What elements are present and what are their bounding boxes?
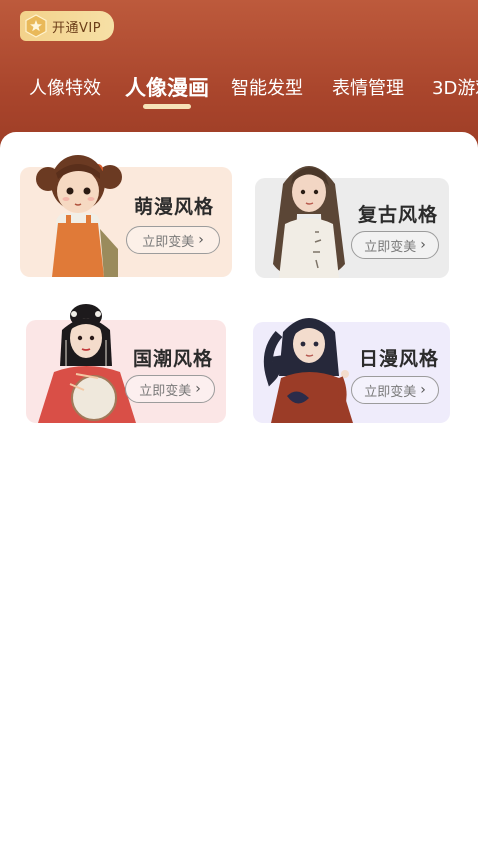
chevron-right-icon: ›: [198, 232, 204, 248]
try-now-button[interactable]: 立即变美 ›: [126, 226, 220, 254]
vip-button[interactable]: 开通VIP: [20, 11, 114, 41]
chevron-right-icon: ›: [195, 381, 201, 397]
category-tabs: 人像特效 人像漫画 智能发型 表情管理 3D游戏: [0, 70, 478, 110]
cta-label: 立即变美: [139, 383, 192, 399]
style-card-guochao[interactable]: 国潮风格 立即变美 ›: [26, 304, 226, 423]
tab-smart-hairstyle[interactable]: 智能发型: [231, 74, 303, 100]
cta-label: 立即变美: [364, 239, 417, 255]
tab-3d-game[interactable]: 3D游戏: [432, 74, 478, 100]
retro-girl-illustration: [263, 154, 355, 278]
cta-label: 立即变美: [364, 384, 417, 400]
cute-girl-illustration: [30, 149, 130, 277]
chevron-right-icon: ›: [420, 237, 426, 253]
japanese-girl-illustration: [257, 306, 361, 423]
tab-expression[interactable]: 表情管理: [332, 74, 404, 100]
card-title: 萌漫风格: [134, 196, 215, 218]
style-card-cute[interactable]: 萌漫风格 立即变美 ›: [20, 155, 232, 277]
card-title: 复古风格: [358, 204, 439, 226]
chevron-right-icon: ›: [420, 382, 426, 398]
style-card-retro[interactable]: 复古风格 立即变美 ›: [255, 166, 449, 278]
tab-portrait-effects[interactable]: 人像特效: [29, 74, 101, 100]
cta-label: 立即变美: [142, 234, 195, 250]
crown-star-icon: [24, 14, 48, 38]
tab-portrait-comic[interactable]: 人像漫画: [125, 72, 209, 102]
try-now-button[interactable]: 立即变美 ›: [125, 375, 215, 403]
card-title: 日漫风格: [359, 348, 440, 370]
card-title: 国潮风格: [133, 348, 214, 370]
active-tab-indicator: [143, 104, 191, 109]
try-now-button[interactable]: 立即变美 ›: [351, 376, 439, 404]
guochao-girl-illustration: [36, 300, 138, 423]
style-grid: 萌漫风格 立即变美 › 复古风格 立即变美 › 国潮风格 立即变美 › 日漫风格…: [0, 132, 478, 850]
vip-label: 开通VIP: [52, 20, 102, 36]
style-card-japanese[interactable]: 日漫风格 立即变美 ›: [253, 318, 450, 423]
try-now-button[interactable]: 立即变美 ›: [351, 231, 439, 259]
